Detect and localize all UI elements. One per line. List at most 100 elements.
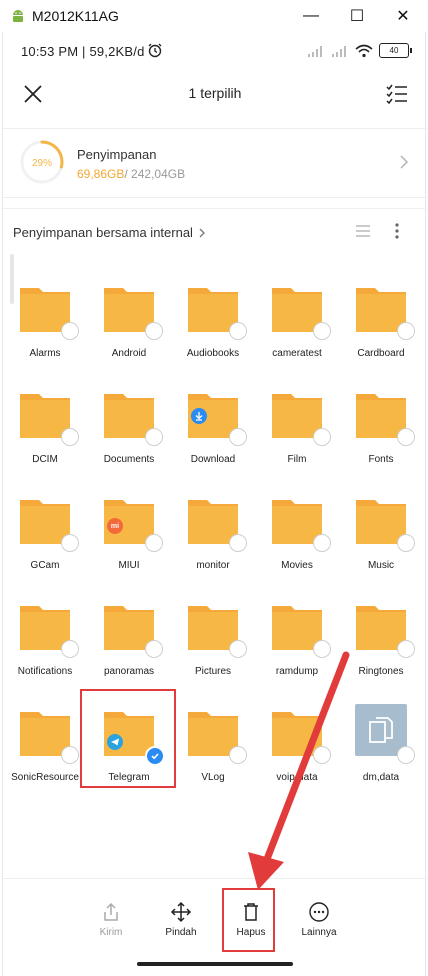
selection-toolbar: 1 terpilih xyxy=(3,70,427,118)
select-checkbox[interactable] xyxy=(61,746,79,764)
folder-item[interactable]: VLog xyxy=(171,696,255,796)
folder-item[interactable]: DCIM xyxy=(3,378,87,478)
folder-item[interactable]: ramdump xyxy=(255,590,339,690)
select-checkbox[interactable] xyxy=(61,428,79,446)
download-icon xyxy=(191,408,207,424)
storage-usage-ring: 29% xyxy=(20,140,64,184)
select-checkbox[interactable] xyxy=(61,640,79,658)
folder-label: Android xyxy=(111,348,147,359)
battery-level: 40 xyxy=(389,46,399,55)
phone-screen: 10:53 PM | 59,2KB/d 40 1 terpilih 29% Pe… xyxy=(2,32,427,976)
status-bar: 10:53 PM | 59,2KB/d 40 xyxy=(3,32,427,70)
folder-label: Alarms xyxy=(29,348,61,359)
folder-item[interactable]: cameratest xyxy=(255,272,339,372)
folder-label: SonicResource xyxy=(11,772,79,783)
breadcrumb-label: Penyimpanan bersama internal xyxy=(13,225,193,240)
select-checkbox[interactable] xyxy=(313,534,331,552)
chevron-right-icon xyxy=(400,155,409,169)
breadcrumb-chevron-icon xyxy=(199,228,205,237)
folder-item[interactable]: Ringtones xyxy=(339,590,423,690)
move-label: Pindah xyxy=(165,927,197,938)
window-title: M2012K11AG xyxy=(32,8,119,24)
select-checkbox[interactable] xyxy=(313,640,331,658)
folder-item[interactable]: dm,data xyxy=(339,696,423,796)
folder-label: cameratest xyxy=(272,348,322,359)
storage-name: Penyimpanan xyxy=(77,147,157,162)
share-icon xyxy=(104,902,118,921)
folder-item[interactable]: Film xyxy=(255,378,339,478)
folder-item[interactable]: Cardboard xyxy=(339,272,423,372)
minimize-button[interactable]: — xyxy=(288,2,334,30)
folder-item[interactable]: Alarms xyxy=(3,272,87,372)
folder-label: Film xyxy=(287,454,307,465)
select-checkbox[interactable] xyxy=(397,746,415,764)
select-checkbox[interactable] xyxy=(313,746,331,764)
storage-card[interactable]: 29% Penyimpanan 69,86GB/ 242,04GB xyxy=(3,128,427,198)
select-checkbox[interactable] xyxy=(145,640,163,658)
battery-icon: 40 xyxy=(379,43,412,58)
select-checkbox[interactable] xyxy=(145,322,163,340)
folder-label: Ringtones xyxy=(358,666,404,677)
gesture-home-bar[interactable] xyxy=(137,962,293,966)
select-all-icon[interactable] xyxy=(385,82,409,106)
folder-label: MIUI xyxy=(118,560,140,571)
close-window-button[interactable]: ✕ xyxy=(380,2,426,30)
folder-label: Documents xyxy=(103,454,155,465)
select-checkbox[interactable] xyxy=(397,428,415,446)
select-checkbox[interactable] xyxy=(229,640,247,658)
folder-item[interactable]: SonicResource xyxy=(3,696,87,796)
select-checkbox[interactable] xyxy=(397,640,415,658)
more-button[interactable]: Lainnya xyxy=(289,901,349,938)
select-checkbox[interactable] xyxy=(229,322,247,340)
select-checkbox[interactable] xyxy=(313,322,331,340)
storage-percent: 29% xyxy=(32,158,52,169)
folder-item[interactable]: mi MIUI xyxy=(87,484,171,584)
select-checkbox[interactable] xyxy=(145,534,163,552)
folder-label: VLog xyxy=(201,772,225,783)
move-icon xyxy=(170,901,192,923)
more-vert-icon[interactable] xyxy=(389,221,405,241)
storage-total: / 242,04GB xyxy=(124,167,186,181)
select-checkbox[interactable] xyxy=(229,428,247,446)
folder-label: GCam xyxy=(30,560,60,571)
move-button[interactable]: Pindah xyxy=(151,901,211,938)
select-checkbox[interactable] xyxy=(397,534,415,552)
breadcrumb[interactable]: Penyimpanan bersama internal xyxy=(13,225,207,240)
select-checkbox[interactable] xyxy=(313,428,331,446)
maximize-button[interactable]: ☐ xyxy=(334,2,380,30)
signal-icon xyxy=(308,45,322,57)
folder-item[interactable]: Movies xyxy=(255,484,339,584)
more-label: Lainnya xyxy=(301,927,337,938)
folder-item[interactable]: GCam xyxy=(3,484,87,584)
folder-item[interactable]: panoramas xyxy=(87,590,171,690)
folder-label: ramdump xyxy=(275,666,319,677)
path-bar: Penyimpanan bersama internal xyxy=(3,208,427,254)
folder-item[interactable]: Download xyxy=(171,378,255,478)
send-button[interactable]: Kirim xyxy=(81,901,141,938)
select-checkbox[interactable] xyxy=(145,428,163,446)
folder-item[interactable]: Audiobooks xyxy=(171,272,255,372)
folder-item[interactable]: Fonts xyxy=(339,378,423,478)
list-view-icon[interactable] xyxy=(355,223,371,239)
folder-label: Audiobooks xyxy=(186,348,240,359)
delete-highlight-box xyxy=(222,888,275,952)
folder-item[interactable]: Music xyxy=(339,484,423,584)
signal-2-icon xyxy=(332,45,346,57)
storage-used: 69,86GB xyxy=(77,167,125,181)
folder-item[interactable]: voip-data xyxy=(255,696,339,796)
select-checkbox[interactable] xyxy=(229,746,247,764)
folder-item[interactable]: monitor xyxy=(171,484,255,584)
send-label: Kirim xyxy=(99,927,123,938)
folder-item[interactable]: Pictures xyxy=(171,590,255,690)
folder-label: Pictures xyxy=(194,666,232,677)
select-checkbox[interactable] xyxy=(397,322,415,340)
folder-item[interactable]: Documents xyxy=(87,378,171,478)
folder-label: Movies xyxy=(281,560,313,571)
window-titlebar: M2012K11AG — ☐ ✕ xyxy=(0,0,428,32)
folder-item[interactable]: Notifications xyxy=(3,590,87,690)
select-checkbox[interactable] xyxy=(61,322,79,340)
select-checkbox[interactable] xyxy=(61,534,79,552)
folder-label: Download xyxy=(190,454,236,465)
folder-item[interactable]: Android xyxy=(87,272,171,372)
select-checkbox[interactable] xyxy=(229,534,247,552)
